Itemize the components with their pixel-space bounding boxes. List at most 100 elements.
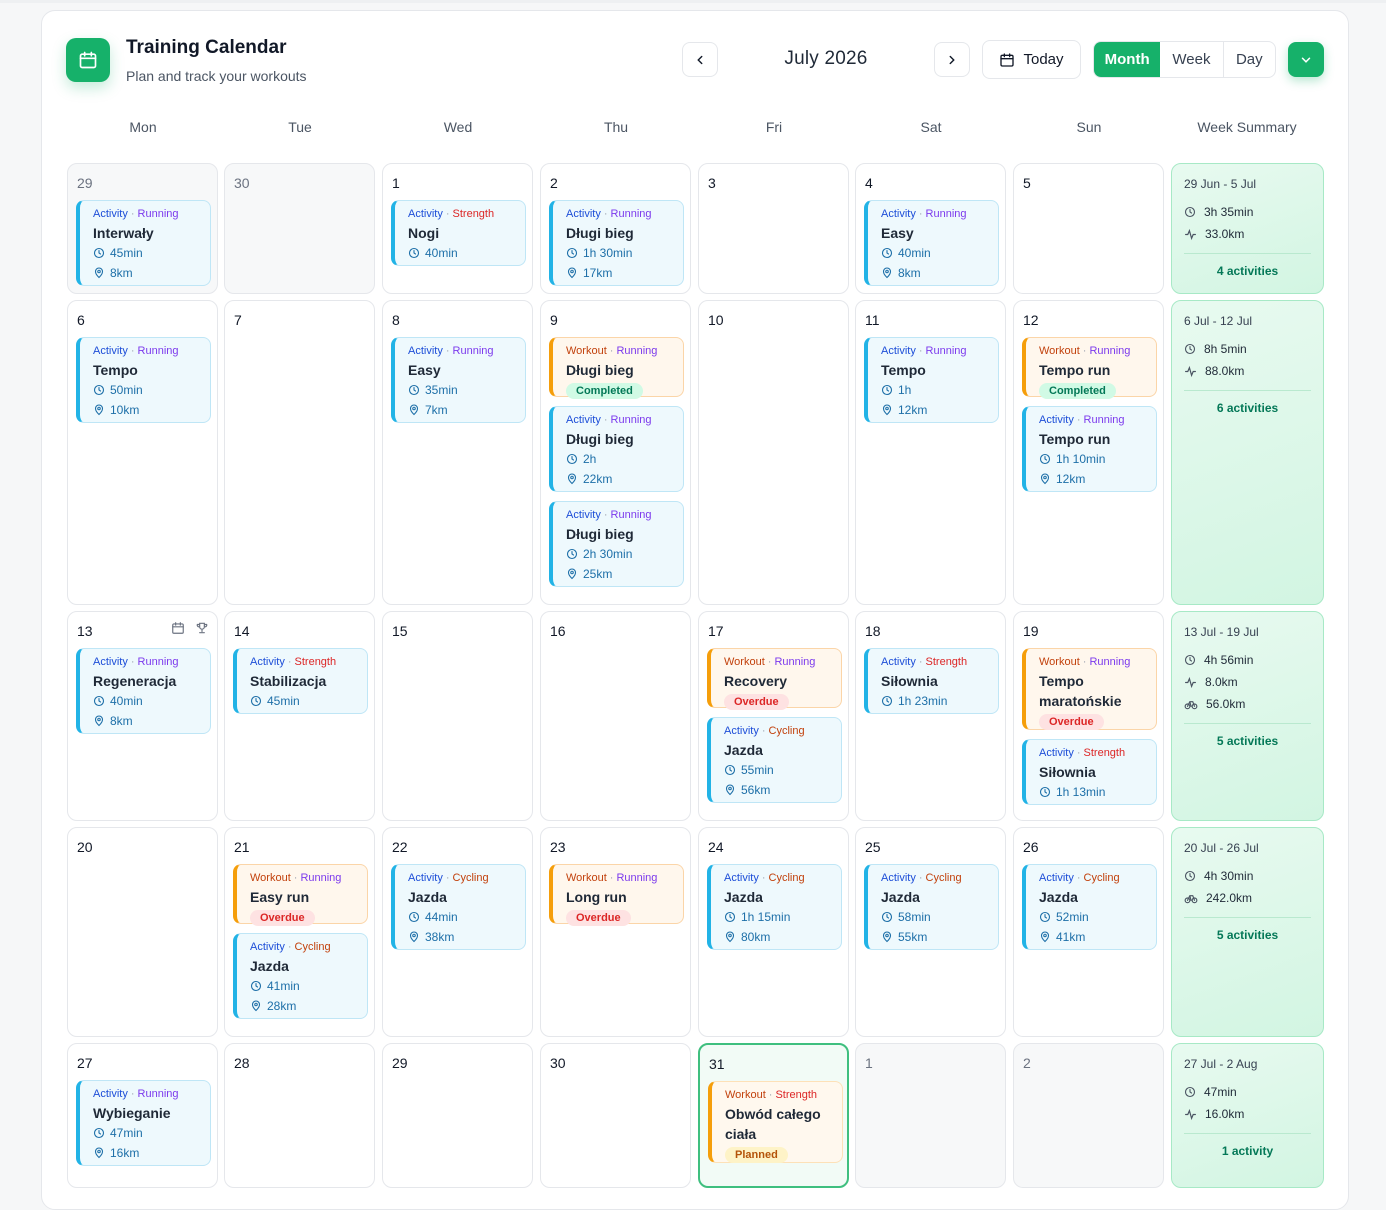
activity-card[interactable]: Activity · Cycling Jazda 44min 38km bbox=[391, 864, 526, 950]
day-number: 8 bbox=[392, 312, 400, 328]
today-button[interactable]: Today bbox=[982, 40, 1081, 79]
entry-kind: Workout bbox=[566, 345, 607, 357]
entry-sport: Strength bbox=[294, 656, 337, 668]
view-day-button[interactable]: Day bbox=[1224, 42, 1275, 77]
activity-card[interactable]: Activity · Strength Stabilizacja 45min bbox=[233, 648, 368, 714]
activity-card[interactable]: Activity · Strength Nogi 40min bbox=[391, 200, 526, 266]
activity-card[interactable]: Activity · Cycling Jazda 41min 28km bbox=[233, 933, 368, 1019]
day-cell[interactable]: 29 Activity · Running Interwały 45min 8km bbox=[67, 163, 218, 294]
activity-card[interactable]: Activity · Running Długi bieg 1h 30min 17km bbox=[549, 200, 684, 286]
location-pin-icon bbox=[1039, 473, 1051, 485]
activity-card[interactable]: Activity · Cycling Jazda 1h 15min 80km bbox=[707, 864, 842, 950]
entry-duration: 1h 13min bbox=[1039, 782, 1148, 802]
entry-kind: Activity bbox=[93, 345, 128, 357]
day-cell[interactable]: 16 bbox=[540, 611, 691, 821]
options-dropdown-button[interactable] bbox=[1288, 42, 1324, 77]
day-cell[interactable]: 14 Activity · Strength Stabilizacja 45min bbox=[224, 611, 375, 821]
view-week-button[interactable]: Week bbox=[1160, 42, 1224, 77]
activity-card[interactable]: Activity · Strength Siłownia 1h 23min bbox=[864, 648, 999, 714]
entry-duration: 35min bbox=[408, 380, 517, 400]
day-cell[interactable]: 23 Workout · Running Long run Overdue bbox=[540, 827, 691, 1037]
day-cell[interactable]: 7 bbox=[224, 300, 375, 605]
clock-icon bbox=[408, 911, 420, 923]
day-cell[interactable]: 9 Workout · Running Długi bieg Completed Activ… bbox=[540, 300, 691, 605]
entry-meta: Activity · Cycling bbox=[1039, 872, 1148, 885]
day-cell[interactable]: 15 bbox=[382, 611, 533, 821]
workout-card[interactable]: Workout · Running Tempo maratońskie Overdue bbox=[1022, 648, 1157, 730]
day-cell[interactable]: 2 Activity · Running Długi bieg 1h 30min 17km bbox=[540, 163, 691, 294]
day-cell[interactable]: 8 Activity · Running Easy 35min 7km bbox=[382, 300, 533, 605]
duration-value: 45min bbox=[267, 694, 300, 708]
day-cell[interactable]: 27 Activity · Running Wybieganie 47min 16km bbox=[67, 1043, 218, 1188]
distance-value: 80km bbox=[741, 930, 771, 944]
entry-distance: 41km bbox=[1039, 927, 1148, 947]
day-cell[interactable]: 28 bbox=[224, 1043, 375, 1188]
day-number: 2 bbox=[550, 175, 558, 191]
activity-card[interactable]: Activity · Running Easy 40min 8km bbox=[864, 200, 999, 286]
day-cell[interactable]: 25 Activity · Cycling Jazda 58min 55km bbox=[855, 827, 1006, 1037]
summary-activity-count: 4 activities bbox=[1216, 264, 1279, 278]
workout-card[interactable]: Workout · Running Easy run Overdue bbox=[233, 864, 368, 926]
day-cell[interactable]: 17 Workout · Running Recovery Overdue Activity… bbox=[698, 611, 849, 821]
day-cell[interactable]: 1 Activity · Strength Nogi 40min bbox=[382, 163, 533, 294]
day-cell[interactable]: 5 bbox=[1013, 163, 1164, 294]
day-cell[interactable]: 4 Activity · Running Easy 40min 8km bbox=[855, 163, 1006, 294]
entry-meta: Workout · Strength bbox=[725, 1089, 834, 1102]
day-cell[interactable]: 2 bbox=[1013, 1043, 1164, 1188]
distance-value: 22km bbox=[583, 472, 613, 486]
entry-sport: Running bbox=[300, 872, 342, 884]
day-cell[interactable]: 1 bbox=[855, 1043, 1006, 1188]
activity-card[interactable]: Activity · Cycling Jazda 55min 56km bbox=[707, 717, 842, 803]
location-pin-icon bbox=[724, 784, 736, 796]
workout-card[interactable]: Workout · Running Recovery Overdue bbox=[707, 648, 842, 710]
day-cell[interactable]: 11 Activity · Running Tempo 1h 12km bbox=[855, 300, 1006, 605]
day-number: 26 bbox=[1023, 839, 1039, 855]
day-cell[interactable]: 10 bbox=[698, 300, 849, 605]
day-cell[interactable]: 29 bbox=[382, 1043, 533, 1188]
day-cell[interactable]: 26 Activity · Cycling Jazda 52min 41km bbox=[1013, 827, 1164, 1037]
summary-divider bbox=[1184, 253, 1311, 254]
activity-card[interactable]: Activity · Running Długi bieg 2h 30min 25km bbox=[549, 501, 684, 587]
view-month-button[interactable]: Month bbox=[1094, 42, 1161, 77]
prev-month-button[interactable] bbox=[682, 42, 718, 77]
activity-card[interactable]: Activity · Running Easy 35min 7km bbox=[391, 337, 526, 423]
activity-card[interactable]: Activity · Running Interwały 45min 8km bbox=[76, 200, 211, 286]
day-cell[interactable]: 3 bbox=[698, 163, 849, 294]
activity-card[interactable]: Activity · Strength Siłownia 1h 13min bbox=[1022, 739, 1157, 805]
day-cell[interactable]: 6 Activity · Running Tempo 50min 10km bbox=[67, 300, 218, 605]
entry-kind: Activity bbox=[881, 872, 916, 884]
workout-card[interactable]: Workout · Running Tempo run Completed bbox=[1022, 337, 1157, 399]
day-cell[interactable]: 21 Workout · Running Easy run Overdue Activity… bbox=[224, 827, 375, 1037]
day-cell[interactable]: 24 Activity · Cycling Jazda 1h 15min 80km bbox=[698, 827, 849, 1037]
activity-card[interactable]: Activity · Running Regeneracja 40min 8km bbox=[76, 648, 211, 734]
workout-card[interactable]: Workout · Running Long run Overdue bbox=[549, 864, 684, 926]
entry-sport: Strength bbox=[925, 656, 968, 668]
distance-value: 12km bbox=[898, 403, 928, 417]
activity-card[interactable]: Activity · Cycling Jazda 58min 55km bbox=[864, 864, 999, 950]
workout-card[interactable]: Workout · Running Długi bieg Completed bbox=[549, 337, 684, 399]
day-cell[interactable]: 12 Workout · Running Tempo run Completed Activ… bbox=[1013, 300, 1164, 605]
activity-card[interactable]: Activity · Running Tempo 50min 10km bbox=[76, 337, 211, 423]
duration-value: 55min bbox=[741, 763, 774, 777]
entry-name: Tempo run bbox=[1039, 362, 1111, 378]
workout-card[interactable]: Workout · Strength Obwód całego ciała Planne… bbox=[708, 1081, 843, 1163]
day-cell[interactable]: 30 bbox=[540, 1043, 691, 1188]
weekday-header: Mon bbox=[129, 119, 157, 135]
trophy-icon[interactable] bbox=[195, 621, 209, 635]
activity-card[interactable]: Activity · Running Tempo run 1h 10min 12km bbox=[1022, 406, 1157, 492]
next-month-button[interactable] bbox=[934, 42, 970, 77]
day-cell[interactable]: 19 Workout · Running Tempo maratońskie Overdu… bbox=[1013, 611, 1164, 821]
activity-card[interactable]: Activity · Running Długi bieg 2h 22km bbox=[549, 406, 684, 492]
entry-name: Obwód całego ciała bbox=[725, 1106, 821, 1142]
activity-card[interactable]: Activity · Running Wybieganie 47min 16km bbox=[76, 1080, 211, 1166]
day-cell[interactable]: 13 Activity · Running Regeneracja 40min 8km bbox=[67, 611, 218, 821]
calendar-icon[interactable] bbox=[171, 621, 185, 635]
day-cell[interactable]: 31 Workout · Strength Obwód całego ciała Plan… bbox=[698, 1043, 849, 1188]
activity-card[interactable]: Activity · Cycling Jazda 52min 41km bbox=[1022, 864, 1157, 950]
duration-value: 1h 15min bbox=[741, 910, 791, 924]
day-cell[interactable]: 22 Activity · Cycling Jazda 44min 38km bbox=[382, 827, 533, 1037]
day-cell[interactable]: 20 bbox=[67, 827, 218, 1037]
day-cell[interactable]: 18 Activity · Strength Siłownia 1h 23min bbox=[855, 611, 1006, 821]
day-cell[interactable]: 30 bbox=[224, 163, 375, 294]
activity-card[interactable]: Activity · Running Tempo 1h 12km bbox=[864, 337, 999, 423]
